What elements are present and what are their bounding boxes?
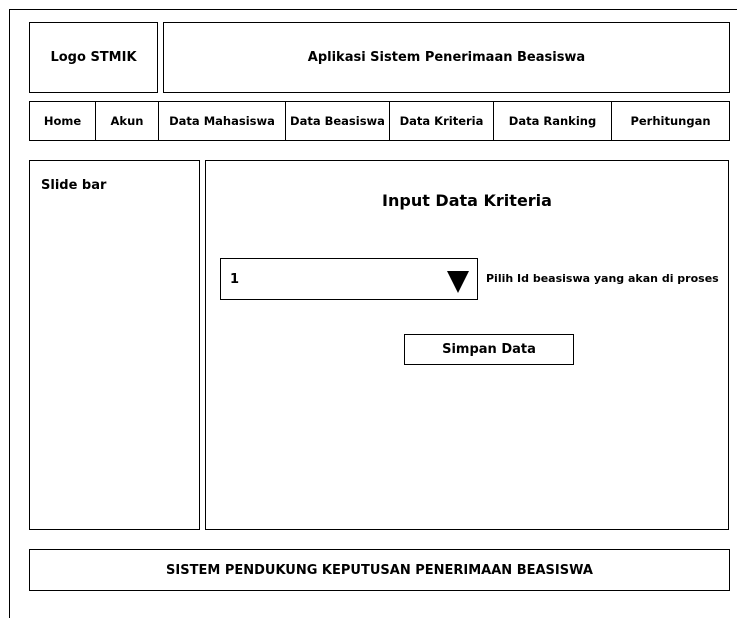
app-title: Aplikasi Sistem Penerimaan Beasiswa: [307, 50, 586, 65]
save-button-label: Simpan Data: [442, 342, 536, 357]
logo-text: Logo STMIK: [50, 50, 137, 65]
nav-item-label: Akun: [110, 114, 144, 128]
nav-item-data-mahasiswa[interactable]: Data Mahasiswa: [159, 102, 286, 140]
nav-item-data-ranking[interactable]: Data Ranking: [494, 102, 612, 140]
main-nav: Home Akun Data Mahasiswa Data Beasiswa D…: [29, 101, 730, 141]
nav-item-label: Data Mahasiswa: [169, 114, 275, 128]
select-value: 1: [230, 272, 240, 287]
nav-item-label: Data Kriteria: [399, 114, 484, 128]
nav-item-label: Home: [43, 114, 82, 128]
logo: Logo STMIK: [29, 22, 158, 93]
beasiswa-id-select[interactable]: 1: [220, 258, 478, 300]
nav-item-home[interactable]: Home: [30, 102, 96, 140]
nav-item-label: Data Ranking: [508, 114, 597, 128]
main-content: Input Data Kriteria 1 Pilih Id beasiswa …: [205, 160, 729, 530]
page-title: Input Data Kriteria: [382, 191, 552, 210]
sidebar-title: Slide bar: [41, 178, 107, 193]
footer: SISTEM PENDUKUNG KEPUTUSAN PENERIMAAN BE…: [29, 549, 730, 591]
nav-item-data-kriteria[interactable]: Data Kriteria: [390, 102, 494, 140]
nav-item-label: Data Beasiswa: [290, 114, 385, 128]
triangle-down-icon[interactable]: [447, 271, 469, 293]
footer-text: SISTEM PENDUKUNG KEPUTUSAN PENERIMAAN BE…: [166, 562, 593, 578]
nav-item-akun[interactable]: Akun: [96, 102, 159, 140]
sidebar: Slide bar: [29, 160, 200, 530]
nav-item-perhitungan[interactable]: Perhitungan: [612, 102, 729, 140]
nav-item-label: Perhitungan: [630, 114, 711, 128]
nav-item-data-beasiswa[interactable]: Data Beasiswa: [286, 102, 390, 140]
select-hint-label: Pilih Id beasiswa yang akan di proses: [486, 272, 719, 285]
save-button[interactable]: Simpan Data: [404, 334, 574, 365]
app-header: Aplikasi Sistem Penerimaan Beasiswa: [163, 22, 730, 93]
